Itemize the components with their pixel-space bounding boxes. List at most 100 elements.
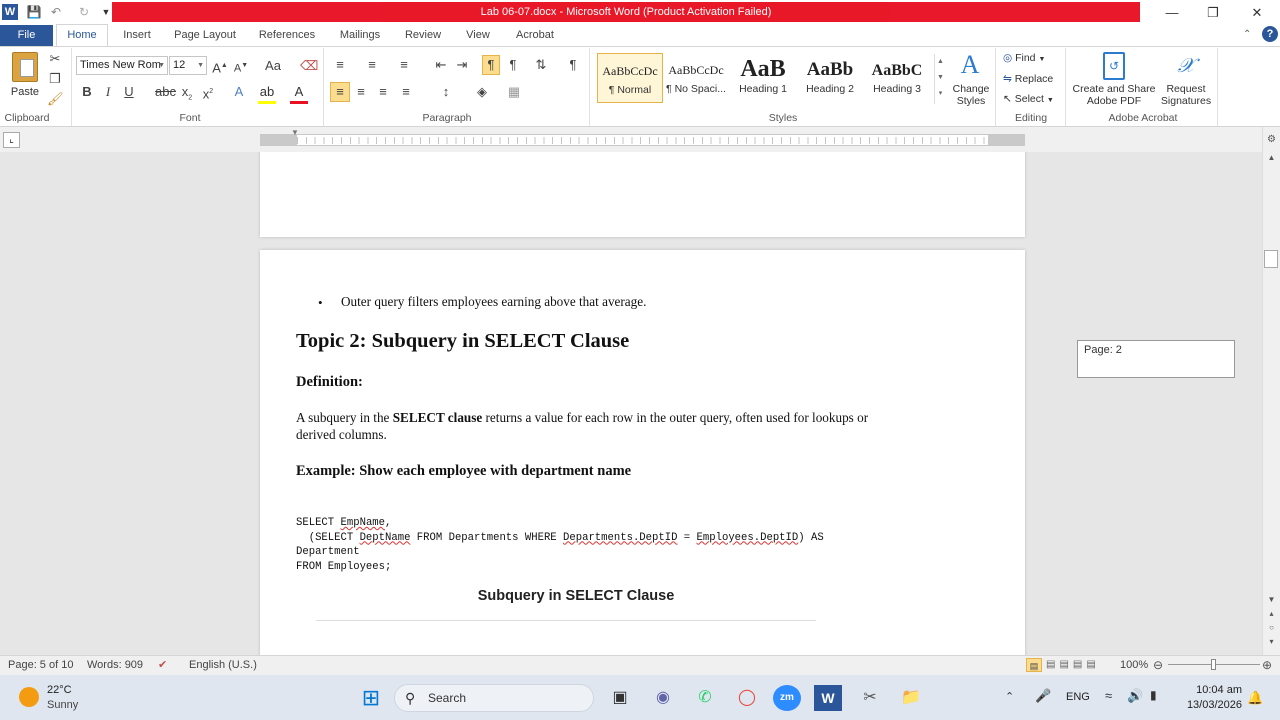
print-layout-icon[interactable]: ▤ xyxy=(1026,658,1042,672)
collapse-ribbon-icon[interactable]: ⌃ xyxy=(1243,29,1251,40)
task-view-icon[interactable]: ▣ xyxy=(606,685,634,711)
multilevel-list-icon[interactable]: ≡ xyxy=(396,56,412,74)
numbering-icon[interactable]: ≡ xyxy=(364,56,380,74)
zoom-level[interactable]: 100% xyxy=(1120,658,1148,672)
create-share-pdf-button[interactable]: Create and Share Adobe PDF xyxy=(1070,83,1158,107)
replace-button[interactable]: ⇋ Replace xyxy=(1003,71,1053,87)
wifi-icon[interactable]: ≈ xyxy=(1105,688,1112,703)
select-button[interactable]: ↖ Select ▼ xyxy=(1003,91,1054,109)
font-name-combo[interactable]: Times New Rom ▼ xyxy=(76,56,168,75)
align-right-icon[interactable]: ≡ xyxy=(375,83,391,101)
paste-icon[interactable] xyxy=(12,52,38,82)
decrease-indent-icon[interactable]: ⇤ xyxy=(433,56,449,74)
file-explorer-icon[interactable]: 📁 xyxy=(897,685,925,711)
font-size-combo[interactable]: 12 ▼ xyxy=(169,56,207,75)
teams-icon[interactable]: ◉ xyxy=(649,685,677,711)
style-heading-1[interactable]: AaB Heading 1 xyxy=(730,53,796,103)
zoom-out-icon[interactable]: ⊖ xyxy=(1153,658,1163,672)
ltr-icon[interactable]: ¶ xyxy=(482,55,500,75)
highlight-icon[interactable]: ab xyxy=(258,83,276,104)
font-color-icon[interactable]: A xyxy=(290,83,308,104)
view-buttons[interactable]: ▤▤▤▤ xyxy=(1046,658,1100,672)
tab-home[interactable]: Home xyxy=(56,24,108,47)
save-icon[interactable]: 💾 xyxy=(26,4,42,20)
show-hidden-icons[interactable]: ⌃ xyxy=(1005,690,1014,703)
volume-icon[interactable]: 🔊 xyxy=(1127,688,1143,704)
indent-marker-icon[interactable]: ▼ xyxy=(291,128,299,137)
weather-icon[interactable] xyxy=(19,687,39,707)
format-painter-icon[interactable]: 🖌 xyxy=(47,90,64,108)
clear-formatting-icon[interactable]: ⌫ xyxy=(300,57,318,75)
align-left-icon[interactable]: ≡ xyxy=(330,82,350,102)
scroll-down-icon[interactable]: ▼ ▴ ○ ▾ xyxy=(1265,593,1278,649)
undo-icon[interactable]: ↶ xyxy=(48,4,64,20)
snipping-tool-icon[interactable]: ✂ xyxy=(856,685,884,711)
tab-page-layout[interactable]: Page Layout xyxy=(170,25,240,46)
word-taskbar-icon[interactable]: W xyxy=(814,685,842,711)
weather-desc[interactable]: Sunny xyxy=(47,699,78,711)
scroll-up-icon[interactable]: ▲ xyxy=(1265,153,1278,162)
help-icon[interactable]: ? xyxy=(1262,26,1278,42)
strikethrough-icon[interactable]: abc xyxy=(155,83,176,101)
tab-insert[interactable]: Insert xyxy=(114,25,160,46)
underline-icon[interactable]: U xyxy=(122,83,136,101)
align-center-icon[interactable]: ≡ xyxy=(353,83,369,101)
style-no-spacing[interactable]: AaBbCcDc ¶ No Spaci... xyxy=(663,53,729,103)
input-language[interactable]: ENG xyxy=(1066,691,1090,703)
style-normal[interactable]: AaBbCcDc ¶ Normal xyxy=(597,53,663,103)
rtl-icon[interactable]: ¶ xyxy=(505,56,521,74)
search-box[interactable]: ⚲ Search xyxy=(394,684,594,712)
request-signatures-button[interactable]: Request Signatures xyxy=(1158,83,1214,107)
page-current[interactable]: • Outer query filters employees earning … xyxy=(260,250,1025,655)
tab-file[interactable]: File xyxy=(0,25,53,46)
cut-icon[interactable]: ✂ xyxy=(47,50,63,68)
clock-time[interactable]: 10:04 am xyxy=(1176,684,1242,696)
scroll-thumb[interactable] xyxy=(1264,250,1278,268)
styles-scroll[interactable]: ▲ ▼ ▾ xyxy=(934,54,946,104)
shading-icon[interactable]: ◈ xyxy=(474,83,490,101)
change-styles-button[interactable]: Change Styles xyxy=(947,83,995,107)
tab-acrobat[interactable]: Acrobat xyxy=(508,25,562,46)
find-button[interactable]: ◎ Find ▼ xyxy=(1003,50,1045,68)
pdf-icon[interactable]: ↺ xyxy=(1103,52,1125,80)
vertical-scrollbar[interactable] xyxy=(1262,127,1280,655)
subscript-icon[interactable]: x2 xyxy=(179,83,195,108)
start-icon[interactable]: ⊞ xyxy=(357,685,385,711)
superscript-icon[interactable]: x2 xyxy=(200,83,216,103)
tab-mailings[interactable]: Mailings xyxy=(333,25,387,46)
weather-temp[interactable]: 22°C xyxy=(47,684,72,696)
style-heading-3[interactable]: AaBbC Heading 3 xyxy=(864,53,930,103)
restore-button[interactable]: ❐ xyxy=(1191,0,1235,25)
paste-button[interactable]: Paste xyxy=(8,84,42,100)
shrink-font-icon[interactable]: A▼ xyxy=(233,57,249,78)
view-ruler-icon[interactable]: ⚙ xyxy=(1265,134,1278,147)
change-styles-icon[interactable]: A xyxy=(955,50,985,80)
word-logo-icon[interactable]: W xyxy=(2,4,18,20)
zoom-app-icon[interactable]: zm xyxy=(773,685,801,711)
word-count[interactable]: Words: 909 xyxy=(87,658,143,672)
tab-references[interactable]: References xyxy=(254,25,320,46)
proofing-icon[interactable]: ✔ xyxy=(158,658,167,672)
battery-icon[interactable]: ▮ xyxy=(1150,688,1157,702)
close-button[interactable]: ✕ xyxy=(1235,0,1279,25)
tab-review[interactable]: Review xyxy=(400,25,446,46)
line-spacing-icon[interactable]: ↕ xyxy=(438,83,454,101)
text-effects-icon[interactable]: A xyxy=(230,83,248,101)
bullets-icon[interactable]: ≡ xyxy=(332,56,348,74)
horizontal-ruler[interactable] xyxy=(260,134,1025,146)
notification-icon[interactable]: 🔔 xyxy=(1247,690,1263,706)
bold-icon[interactable]: B xyxy=(80,83,94,101)
grow-font-icon[interactable]: A▲ xyxy=(212,57,228,77)
whatsapp-icon[interactable]: ✆ xyxy=(691,685,719,711)
redo-icon[interactable]: ↻ xyxy=(76,4,92,20)
signature-icon[interactable]: 𝒳 xyxy=(1172,52,1200,80)
zoom-slider-thumb[interactable] xyxy=(1211,659,1216,670)
copy-icon[interactable]: ❐ xyxy=(47,70,63,88)
minimize-button[interactable]: — xyxy=(1150,0,1194,25)
tab-selector[interactable]: ⌞ xyxy=(3,132,20,148)
borders-icon[interactable]: ▦ xyxy=(506,83,522,101)
italic-icon[interactable]: I xyxy=(101,83,115,101)
chrome-icon[interactable]: ◯ xyxy=(733,685,761,711)
style-heading-2[interactable]: AaBb Heading 2 xyxy=(797,53,863,103)
language[interactable]: English (U.S.) xyxy=(189,658,257,672)
